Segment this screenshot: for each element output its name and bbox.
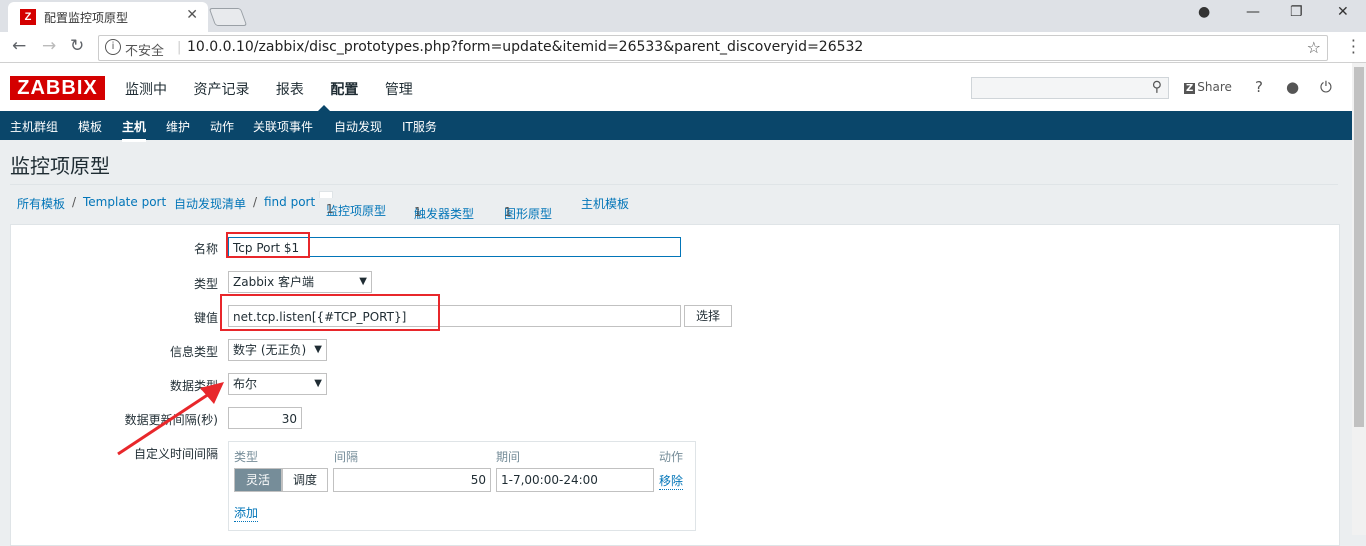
tab-count: 1: [414, 205, 422, 219]
submenu-maintenance[interactable]: 维护: [166, 118, 190, 135]
tab-label: 触发器类型: [414, 207, 475, 221]
crumb-all-templates[interactable]: 所有模板: [17, 195, 65, 212]
minimize-icon[interactable]: —: [1246, 4, 1260, 20]
flexible-toggle[interactable]: 灵活: [234, 468, 282, 492]
tab-item-prototypes[interactable]: 监控项原型 1: [319, 191, 386, 218]
bookmark-star-icon[interactable]: ☆: [1307, 38, 1321, 57]
col-period-header: 期间: [496, 450, 521, 464]
breadcrumb: 所有模板 / Template port 自动发现清单 / find port …: [10, 184, 1338, 221]
annotation-box-name: [226, 232, 310, 258]
page-title: 监控项原型: [10, 154, 110, 178]
address-bar[interactable]: i 不安全 | 10.0.0.10/zabbix/disc_prototypes…: [98, 35, 1328, 61]
chevron-down-icon: ▼: [314, 344, 322, 355]
scrollbar-thumb[interactable]: [1354, 67, 1364, 427]
data-type-select[interactable]: 布尔 ▼: [228, 373, 327, 395]
search-icon[interactable]: ⚲: [1152, 79, 1162, 95]
insecure-label: 不安全: [125, 44, 165, 59]
browser-tab-bar: Z 配置监控项原型 ✕ ● — ❐ ✕: [0, 0, 1366, 32]
annotation-arrow: [117, 382, 224, 456]
annotation-box-key: [220, 294, 440, 331]
zabbix-header: ZABBIX 监测中 资产记录 报表 配置 管理 ⚲ Z Share ? ● ⏻: [0, 63, 1352, 111]
add-link[interactable]: 添加: [234, 504, 259, 522]
arrow-head: [200, 382, 224, 404]
tab-count: 1: [326, 202, 334, 216]
window-close-icon[interactable]: ✕: [1337, 4, 1349, 20]
crumb-separator: /: [253, 195, 258, 209]
share-label: Share: [1197, 80, 1232, 94]
share-link[interactable]: Z Share: [1184, 80, 1232, 94]
tab-host-templates[interactable]: 主机模板: [581, 195, 629, 212]
key-label: 键值: [193, 311, 218, 325]
type-select[interactable]: Zabbix 客户端 ▼: [228, 271, 372, 293]
submenu-correlation[interactable]: 关联项事件: [253, 118, 313, 135]
tab-label: 监控项原型: [326, 204, 387, 218]
browser-menu-icon[interactable]: · · ·: [1351, 33, 1356, 61]
menu-reports[interactable]: 报表: [276, 82, 304, 98]
search-input[interactable]: ⚲: [971, 77, 1169, 99]
configuration-submenu: 主机群组 模板 主机 维护 动作 关联项事件 自动发现 IT服务: [0, 111, 1352, 142]
scheduling-toggle[interactable]: 调度: [282, 468, 328, 492]
custom-intervals-table: 类型 间隔 期间 动作 灵活 调度 50 1-7,00:00-24:00 移除 …: [228, 441, 696, 531]
page-scrollbar[interactable]: [1352, 63, 1366, 535]
forward-icon[interactable]: →: [42, 36, 56, 56]
info-type-select[interactable]: 数字 (无正负) ▼: [228, 339, 327, 361]
reload-icon[interactable]: ↻: [70, 36, 84, 56]
browser-toolbar: ← → ↻ i 不安全 | 10.0.0.10/zabbix/disc_prot…: [0, 32, 1366, 63]
logout-icon[interactable]: ⏻: [1320, 78, 1332, 96]
col-interval-header: 间隔: [334, 450, 359, 464]
browser-tab-title: 配置监控项原型: [44, 11, 129, 25]
menu-inventory[interactable]: 资产记录: [193, 82, 249, 98]
type-label: 类型: [193, 277, 218, 291]
browser-tab[interactable]: Z 配置监控项原型 ✕: [8, 2, 208, 32]
submenu-templates[interactable]: 模板: [78, 118, 102, 135]
menu-configuration[interactable]: 配置: [330, 82, 358, 98]
back-icon[interactable]: ←: [12, 36, 26, 56]
chevron-down-icon: ▼: [359, 276, 367, 287]
info-type-value: 数字 (无正负): [233, 343, 307, 357]
new-tab-button[interactable]: [208, 8, 248, 26]
custom-interval-input[interactable]: 50: [333, 468, 491, 492]
crumb-template[interactable]: Template port: [83, 195, 166, 209]
submenu-host-groups[interactable]: 主机群组: [10, 118, 58, 135]
address-separator: |: [177, 40, 182, 55]
menu-monitoring[interactable]: 监测中: [125, 82, 167, 98]
crumb-separator: /: [72, 195, 77, 209]
submenu-actions[interactable]: 动作: [210, 118, 234, 135]
menu-administration[interactable]: 管理: [385, 82, 413, 98]
arrow-shaft: [117, 390, 213, 456]
crumb-discovery-list[interactable]: 自动发现清单: [174, 195, 246, 212]
name-label: 名称: [193, 242, 218, 256]
zabbix-favicon-icon: Z: [20, 9, 36, 25]
submenu-it-services[interactable]: IT服务: [402, 118, 437, 135]
tab-count: 1: [504, 205, 512, 219]
custom-period-input[interactable]: 1-7,00:00-24:00: [496, 468, 654, 492]
url-text[interactable]: 10.0.0.10/zabbix/disc_prototypes.php?for…: [187, 39, 863, 55]
submenu-hosts[interactable]: 主机: [122, 118, 147, 142]
type-select-value: Zabbix 客户端: [233, 275, 315, 289]
remove-link[interactable]: 移除: [659, 472, 684, 490]
zabbix-logo[interactable]: ZABBIX: [10, 76, 105, 100]
crumb-discovery-rule[interactable]: find port: [264, 195, 315, 209]
submenu-discovery[interactable]: 自动发现: [334, 118, 382, 135]
tab-close-icon[interactable]: ✕: [186, 7, 198, 23]
chevron-down-icon: ▼: [314, 378, 322, 389]
select-button[interactable]: 选择: [684, 305, 732, 327]
col-action-header: 动作: [659, 450, 684, 464]
account-icon[interactable]: ●: [1198, 4, 1210, 20]
info-type-label: 信息类型: [169, 345, 218, 359]
profile-icon[interactable]: ●: [1286, 78, 1299, 96]
main-menu: 监测中 资产记录 报表 配置 管理: [125, 79, 435, 99]
info-icon[interactable]: i: [105, 39, 121, 55]
help-icon[interactable]: ?: [1255, 78, 1263, 96]
share-icon: Z: [1184, 83, 1196, 94]
restore-icon[interactable]: ❐: [1290, 4, 1303, 20]
